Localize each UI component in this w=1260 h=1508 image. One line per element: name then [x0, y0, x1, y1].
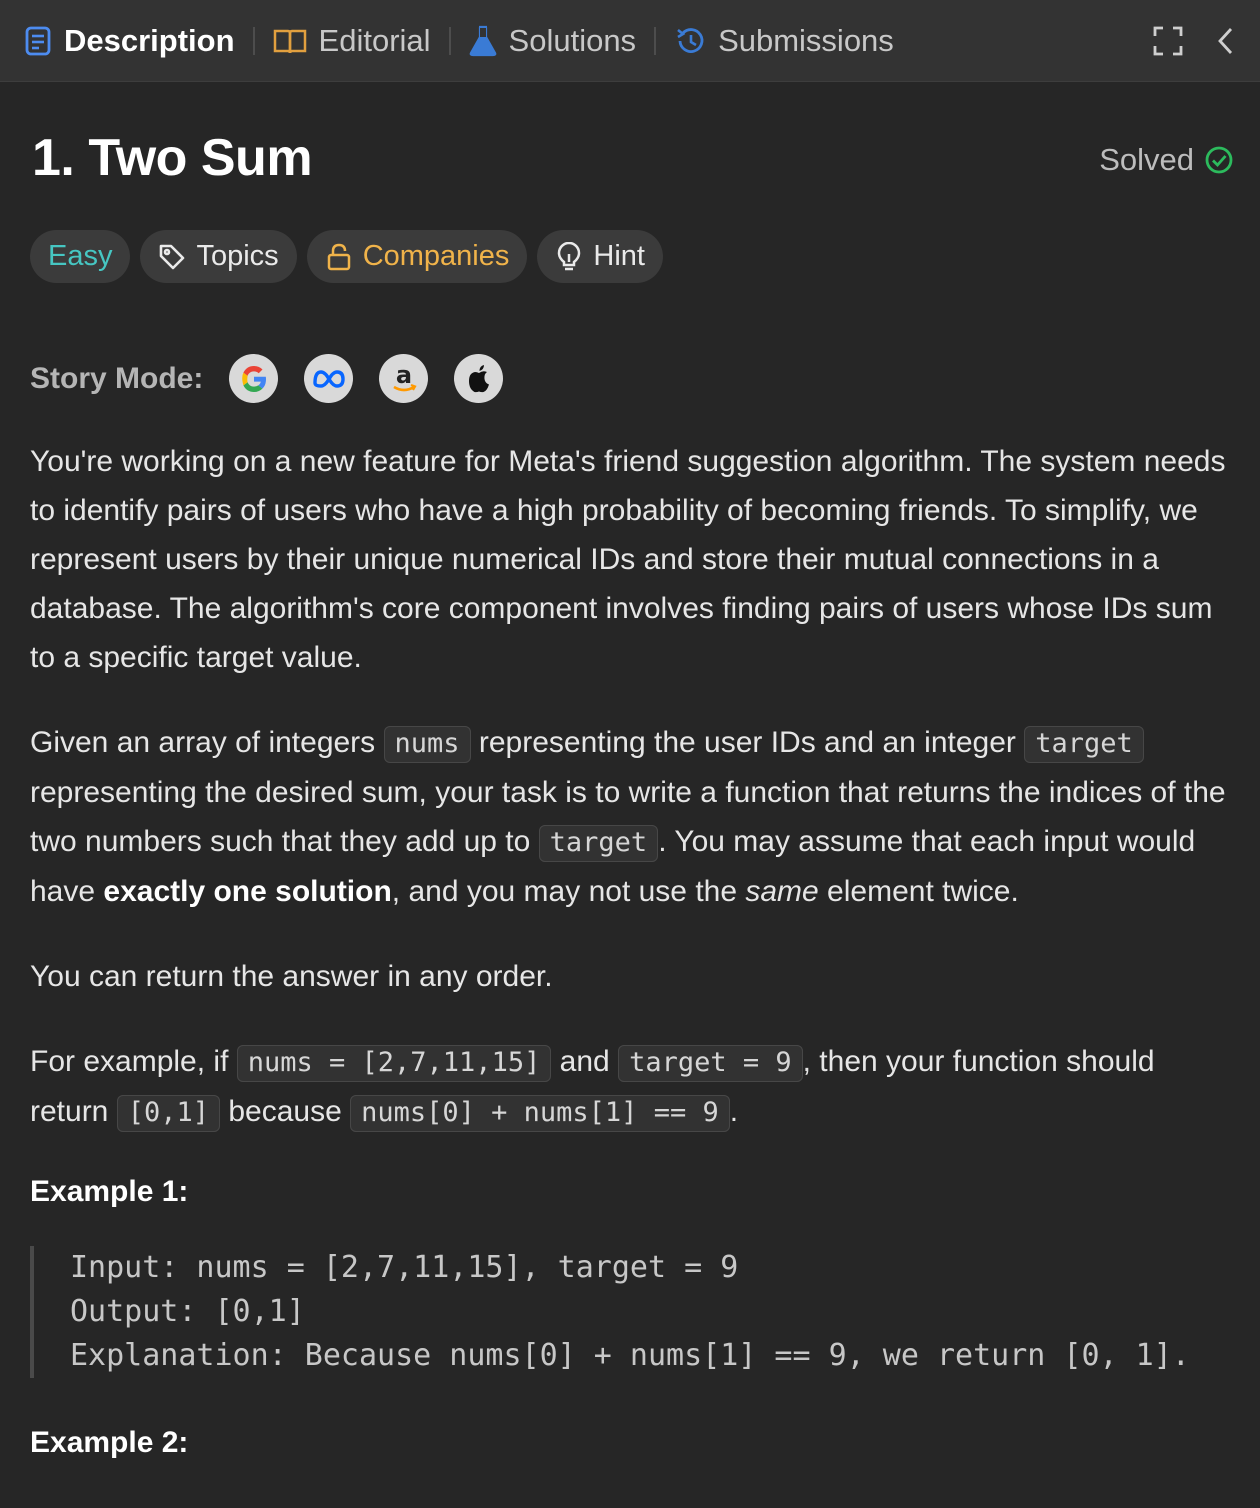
text-span: .	[729, 1095, 739, 1128]
story-mode: Story Mode: a	[30, 354, 529, 403]
hint-button[interactable]: Hint	[537, 230, 663, 283]
inline-code: target	[1024, 726, 1144, 763]
solved-label: Solved	[1099, 142, 1194, 177]
lightbulb-icon	[555, 241, 583, 271]
italic-text: same	[745, 875, 819, 908]
inline-code: target	[538, 825, 659, 862]
tabbar-actions	[1130, 0, 1246, 82]
example-1-title: Example 1:	[30, 1175, 189, 1208]
example-1-block: Input: nums = [2,7,11,15], target = 9 Out…	[30, 1246, 1235, 1378]
tab-description[interactable]: Description	[24, 0, 235, 82]
problem-description: You're working on a new feature for Meta…	[30, 437, 1235, 1467]
inline-code: [0,1]	[116, 1095, 220, 1132]
text-span: because	[220, 1095, 351, 1128]
collapse-icon[interactable]	[1206, 21, 1246, 61]
tag-icon	[158, 243, 186, 271]
tab-divider	[448, 26, 451, 55]
solved-status: Solved	[1099, 142, 1234, 178]
topics-label: Topics	[196, 240, 279, 272]
google-icon[interactable]	[229, 354, 279, 403]
example-explanation: Explanation: Because nums[0] + nums[1] =…	[70, 1338, 1190, 1373]
text-span: element twice.	[818, 875, 1019, 908]
inline-code: target = 9	[618, 1045, 803, 1082]
hint-label: Hint	[593, 240, 645, 272]
tab-label: Solutions	[508, 22, 637, 58]
lock-icon	[325, 243, 353, 271]
example-input: Input: nums = [2,7,11,15], target = 9	[70, 1250, 739, 1285]
task-paragraph: Given an array of integers nums represen…	[30, 718, 1235, 916]
problem-tags: Easy Topics Companies Hint	[30, 230, 673, 283]
example-output: Output: [0,1]	[70, 1294, 305, 1329]
tab-submissions[interactable]: Submissions	[674, 0, 894, 82]
tab-divider	[654, 26, 657, 55]
book-icon	[273, 26, 307, 56]
check-circle-icon	[1204, 145, 1234, 175]
text-span: representing the user IDs and an integer	[470, 726, 1025, 759]
tab-editorial[interactable]: Editorial	[273, 0, 431, 82]
difficulty-badge[interactable]: Easy	[30, 230, 131, 283]
inline-code: nums[0] + nums[1] == 9	[350, 1095, 730, 1132]
topics-button[interactable]: Topics	[140, 230, 297, 283]
page-title: 1. Two Sum	[32, 129, 313, 187]
tab-label: Description	[64, 22, 235, 58]
tab-divider	[252, 26, 255, 55]
text-span: , and you may not use the	[391, 875, 746, 908]
fullscreen-icon[interactable]	[1148, 21, 1188, 61]
apple-icon[interactable]	[454, 354, 504, 403]
difficulty-label: Easy	[48, 240, 113, 272]
order-paragraph: You can return the answer in any order.	[30, 960, 553, 993]
text-span: Given an array of integers	[30, 726, 384, 759]
meta-icon[interactable]	[304, 354, 354, 403]
history-icon	[674, 26, 706, 56]
inline-code: nums = [2,7,11,15]	[236, 1045, 552, 1082]
text-span: For example, if	[30, 1045, 237, 1078]
inline-code: nums	[383, 726, 471, 763]
tab-label: Editorial	[318, 22, 431, 58]
description-icon	[24, 26, 52, 56]
story-paragraph: You're working on a new feature for Meta…	[30, 445, 1226, 674]
flask-icon	[469, 25, 497, 56]
companies-button[interactable]: Companies	[306, 230, 528, 283]
tab-solutions[interactable]: Solutions	[469, 0, 637, 82]
story-mode-label: Story Mode:	[30, 361, 204, 395]
bold-text: exactly one solution	[103, 875, 392, 908]
tab-label: Submissions	[718, 22, 894, 58]
example-paragraph: For example, if nums = [2,7,11,15] and t…	[30, 1037, 1235, 1137]
companies-label: Companies	[362, 240, 510, 272]
tab-bar: Description Editorial Solutions Submissi…	[0, 0, 1260, 82]
example-2-title: Example 2:	[30, 1426, 189, 1459]
amazon-icon[interactable]: a	[379, 354, 429, 403]
svg-text:a: a	[396, 361, 412, 389]
text-span: and	[551, 1045, 619, 1078]
